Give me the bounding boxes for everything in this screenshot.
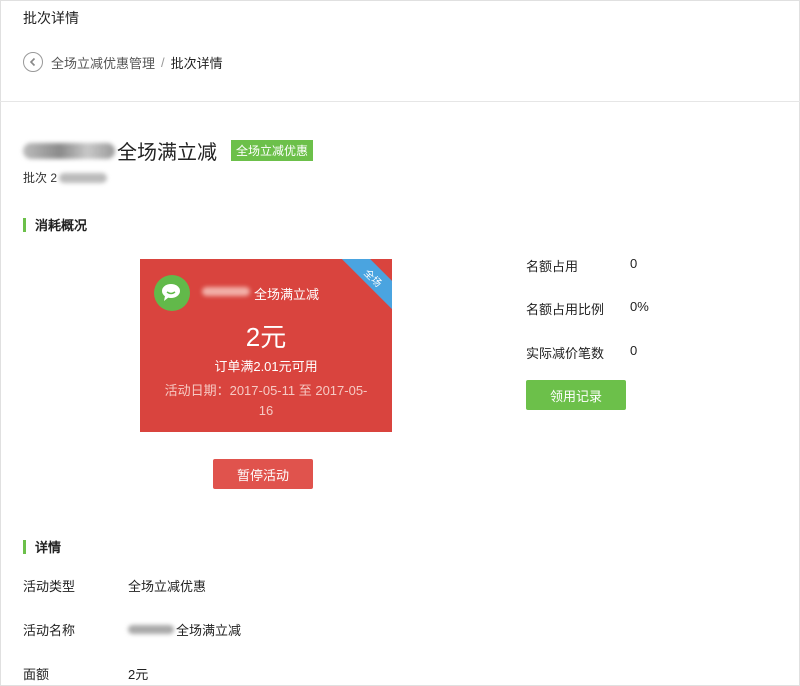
stat-label: 名额占用比例 <box>526 302 605 317</box>
consumption-heading-text: 消耗概况 <box>35 218 88 233</box>
detail-value: 全场满立减 <box>176 623 242 638</box>
wechat-logo-icon <box>154 275 190 311</box>
breadcrumb-current: 批次详情 <box>170 55 223 71</box>
redacted-text <box>128 625 174 634</box>
header-divider <box>0 101 800 102</box>
stat-value: 0 <box>630 343 638 358</box>
detail-label: 活动名称 <box>23 623 76 638</box>
breadcrumb: 全场立减优惠管理 / 批次详情 <box>23 52 223 72</box>
redacted-text <box>59 172 108 183</box>
coupon-date-line2: 16 <box>258 403 274 418</box>
coupon-card: 全场满立减 全场 2元 订单满2.01元可用 活动日期：2017-05-11 至… <box>140 259 392 432</box>
detail-label: 面额 <box>23 667 50 682</box>
page-title: 批次详情 <box>23 10 79 26</box>
detail-row-activity-name: 活动名称 全场满立减 <box>23 620 241 639</box>
section-bar <box>23 539 26 554</box>
detail-label: 活动类型 <box>23 579 76 594</box>
stat-label: 实际减价笔数 <box>526 346 605 361</box>
claim-records-button[interactable]: 领用记录 <box>526 380 626 410</box>
stat-value: 0 <box>630 256 638 271</box>
stat-row-quota-ratio: 名额占用比例 0% <box>526 299 649 318</box>
batch-name: 全场满立减 <box>117 142 217 164</box>
batch-title-row: 全场满立减 全场立减优惠 <box>23 136 314 165</box>
wechat-bubble-icon <box>162 284 180 301</box>
coupon-amount: 2元 <box>245 322 287 352</box>
batch-type-badge: 全场立减优惠 <box>231 140 314 161</box>
detail-row-activity-type: 活动类型 全场立减优惠 <box>23 576 206 595</box>
details-section-heading: 详情 <box>23 537 61 556</box>
coupon-ribbon: 全场 <box>338 259 392 313</box>
detail-row-face-value: 面额 2元 <box>23 664 148 683</box>
batch-number-label: 批次 2 <box>23 171 58 185</box>
pause-activity-button[interactable]: 暂停活动 <box>213 459 313 489</box>
coupon-date-line1: 活动日期：2017-05-11 至 2017-05- <box>164 383 368 398</box>
redacted-text <box>202 287 250 296</box>
batch-number: 批次 2 <box>23 169 108 186</box>
stat-row-actual-discounts: 实际减价笔数 0 <box>526 343 637 362</box>
breadcrumb-parent-link[interactable]: 全场立减优惠管理 <box>51 53 155 72</box>
consumption-section-heading: 消耗概况 <box>23 215 87 234</box>
breadcrumb-separator: / <box>161 54 165 70</box>
detail-value: 全场立减优惠 <box>128 579 207 594</box>
stat-value: 0% <box>630 299 649 314</box>
detail-value: 2元 <box>128 667 149 682</box>
coupon-name: 全场满立减 <box>254 287 320 302</box>
back-icon[interactable] <box>23 52 43 72</box>
stat-label: 名额占用 <box>526 259 579 274</box>
coupon-condition: 订单满2.01元可用 <box>214 359 318 374</box>
chevron-left-icon <box>29 57 36 67</box>
coupon-date: 活动日期：2017-05-11 至 2017-05- 16 <box>156 381 376 421</box>
stat-row-quota-used: 名额占用 0 <box>526 256 637 275</box>
details-heading-text: 详情 <box>35 540 62 555</box>
section-bar <box>23 217 26 232</box>
redacted-text <box>23 142 115 159</box>
